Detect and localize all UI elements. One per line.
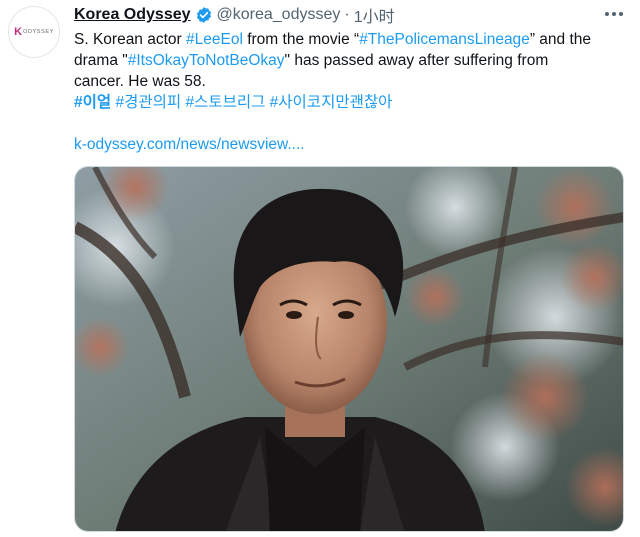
text-segment: " has passed away after suffering from <box>284 52 549 69</box>
hashtag-row: #이얼 #경관의피 #스토브리그 #사이코지만괜찮아 <box>74 92 630 113</box>
tweet-line-2: drama "#ItsOkayToNotBeOkay" has passed a… <box>74 50 630 71</box>
avatar-logo-mark: K <box>14 26 23 38</box>
tweet-photo[interactable] <box>74 166 624 532</box>
tweet-line-3: cancer. He was 58. <box>74 73 206 90</box>
display-name[interactable]: Korea Odyssey <box>74 6 191 24</box>
text-segment: from the movie “ <box>242 31 360 48</box>
verified-badge-icon <box>196 7 211 23</box>
hashtag-leeeol-korean[interactable]: #이얼 <box>74 94 111 111</box>
article-link[interactable]: k-odyssey.com/news/newsview.... <box>74 136 305 153</box>
hashtag-stoveleague[interactable]: #스토브리그 <box>185 94 265 111</box>
hashtag-psychobutokay[interactable]: #사이코지만괜찮아 <box>270 94 393 111</box>
user-handle[interactable]: @korea_odyssey <box>217 6 341 24</box>
actor-portrait-image <box>75 167 623 531</box>
tweet-header: Korea Odyssey @korea_odyssey · 1小时 <box>74 4 395 26</box>
hashtag-itsokaytonotbeokay[interactable]: #ItsOkayToNotBeOkay <box>128 52 285 69</box>
hashtag-leeeol[interactable]: #LeeEol <box>186 31 243 48</box>
tweet-text: S. Korean actor #LeeEol from the movie “… <box>74 29 630 155</box>
more-horizontal-icon[interactable] <box>602 4 626 24</box>
text-segment: drama " <box>74 52 128 69</box>
hashtag-bloodoftheofficer[interactable]: #경관의피 <box>115 94 181 111</box>
avatar[interactable]: K ODYSSEY <box>8 6 60 58</box>
tweet-line-1: S. Korean actor #LeeEol from the movie “… <box>74 29 630 50</box>
tweet: K ODYSSEY Korea Odyssey @korea_odyssey ·… <box>0 0 640 537</box>
header-separator: · <box>344 6 350 23</box>
tweet-timestamp[interactable]: 1小时 <box>354 3 395 27</box>
article-link-line: k-odyssey.com/news/newsview.... <box>74 134 630 155</box>
text-segment: ” and the <box>529 31 591 48</box>
text-segment: S. Korean actor <box>74 31 187 48</box>
avatar-logo-text: ODYSSEY <box>23 29 54 35</box>
hashtag-thepolicemanslineage[interactable]: #ThePolicemansLineage <box>359 31 530 48</box>
